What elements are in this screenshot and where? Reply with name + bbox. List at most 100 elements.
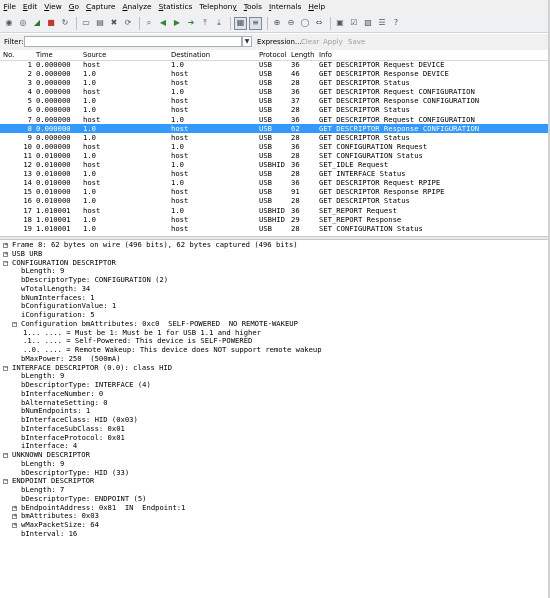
collapse-icon[interactable]: − [3, 453, 8, 458]
detail-row[interactable]: + wMaxPacketSize: 64 [0, 520, 550, 530]
restart-capture-icon[interactable]: ↻ [59, 17, 71, 29]
packet-proto: USB [259, 196, 272, 206]
packet-info: GET DESCRIPTOR Request RPIPE [319, 178, 441, 188]
menu-telephony[interactable]: Telephony [196, 0, 240, 14]
zoom-normal-icon[interactable]: ◯ [299, 17, 311, 29]
column-info[interactable]: Info [319, 51, 332, 60]
zoom-out-icon[interactable]: ⊖ [285, 17, 297, 29]
zoom-in-icon[interactable]: ⊕ [271, 17, 283, 29]
column-source[interactable]: Source [83, 51, 106, 60]
expand-icon[interactable]: + [12, 523, 17, 528]
menu-help[interactable]: Help [305, 0, 329, 14]
packet-len: 28 [291, 132, 300, 142]
packet-proto: USB [259, 96, 272, 106]
preferences-icon[interactable]: ☰ [376, 17, 388, 29]
packet-row[interactable]: 1 0.000000 host 1.0 USB 36 GET DESCRIPTOR Requ… [0, 60, 550, 69]
detail-row[interactable]: − ENDPOINT DESCRIPTOR [0, 476, 550, 486]
expand-icon[interactable]: + [12, 514, 17, 520]
packet-row[interactable]: 19 1.010001 1.0 host USB 28 SET CONFIGURATION … [0, 224, 550, 233]
find-packet-icon[interactable]: ⌕ [143, 17, 155, 29]
autoscroll-icon[interactable]: ≡ [249, 16, 262, 30]
collapse-icon[interactable]: − [3, 260, 8, 266]
close-file-icon[interactable]: ✖ [108, 17, 120, 29]
packet-row[interactable]: 6 0.000000 1.0 host USB 28 GET DESCRIPTOR Stat… [0, 105, 550, 114]
detail-row[interactable]: − INTERFACE DESCRIPTOR (0.0): class HID [0, 363, 550, 373]
go-first-icon[interactable]: ⤒ [199, 17, 211, 29]
clear-button[interactable]: Clear [301, 37, 319, 47]
menu-go[interactable]: Go [65, 0, 82, 14]
detail-text: bInterval: 16 [21, 528, 78, 538]
collapse-icon[interactable]: − [3, 365, 8, 371]
packet-row[interactable]: 11 0.010000 1.0 host USB 28 SET CONFIGURATION … [0, 151, 550, 160]
packet-info: GET DESCRIPTOR Status [319, 105, 410, 115]
resize-columns-icon[interactable]: ⇔ [313, 17, 325, 29]
packet-row[interactable]: 2 0.000000 1.0 host USB 46 GET DESCRIPTOR Resp… [0, 69, 550, 78]
open-file-icon[interactable]: ▭ [80, 17, 92, 29]
packet-row[interactable]: 17 1.010001 host 1.0 USBHID 36 SET_REPORT Requ… [0, 206, 550, 215]
packet-row[interactable]: 13 0.010000 1.0 host USB 28 GET INTERFACE Stat… [0, 169, 550, 178]
packet-info: SET CONFIGURATION Status [319, 150, 423, 160]
menu-statistics[interactable]: Statistics [155, 0, 196, 14]
packet-row[interactable]: 18 1.010001 1.0 host USBHID 29 SET_REPORT Resp… [0, 215, 550, 224]
capture-options-icon[interactable]: ◎ [17, 17, 29, 29]
reload-icon[interactable]: ⟳ [122, 17, 134, 29]
packet-row[interactable]: 14 0.010000 host 1.0 USB 36 GET DESCRIPTOR Req… [0, 178, 550, 187]
column-destination[interactable]: Destination [171, 51, 210, 60]
detail-row[interactable]: − CONFIGURATION DESCRIPTOR [0, 258, 550, 268]
detail-row[interactable]: bInterfaceProtocol: 0x01 [0, 433, 550, 443]
packet-info: SET_REPORT Response [319, 214, 402, 224]
collapse-icon[interactable]: − [3, 479, 8, 485]
filter-dropdown-button[interactable]: ▼ [242, 36, 252, 47]
packet-row[interactable]: 7 0.000000 host 1.0 USB 36 GET DESCRIPTOR Requ… [0, 115, 550, 124]
menu-file[interactable]: File [0, 0, 19, 14]
column-no[interactable]: No. [3, 51, 14, 60]
packet-info: GET INTERFACE Status [319, 169, 406, 179]
colorize-icon[interactable]: ▦ [234, 16, 247, 30]
packet-proto: USB [259, 178, 272, 188]
menu-edit[interactable]: Edit [19, 0, 40, 14]
stop-capture-icon[interactable]: ■ [45, 17, 57, 29]
packet-row[interactable]: 8 0.000000 1.0 host USB 62 GET DESCRIPTOR Resp… [0, 123, 550, 133]
detail-row[interactable]: − UNKNOWN DESCRIPTOR [0, 450, 550, 460]
packet-time: 0.010000 [36, 150, 71, 160]
column-time[interactable]: Time [36, 51, 53, 60]
filter-input[interactable] [24, 36, 242, 47]
go-forward-icon[interactable]: ▶ [171, 17, 183, 29]
capture-filters-icon[interactable]: ▣ [334, 17, 346, 29]
menu-tools[interactable]: Tools [240, 0, 265, 14]
save-file-icon[interactable]: ▤ [94, 17, 106, 29]
packet-row[interactable]: 5 0.000000 1.0 host USB 37 GET DESCRIPTOR Resp… [0, 96, 550, 105]
go-last-icon[interactable]: ⤓ [213, 17, 225, 29]
expand-icon[interactable]: + [12, 505, 17, 511]
packet-row[interactable]: 12 0.010000 host 1.0 USBHID 36 SET_IDLE Reques… [0, 160, 550, 169]
go-to-packet-icon[interactable]: ➜ [185, 17, 197, 29]
menu-internals[interactable]: Internals [265, 0, 304, 14]
interface-list-icon[interactable]: ◉ [3, 17, 15, 29]
expand-icon[interactable]: + [3, 243, 8, 248]
detail-row[interactable]: bInterval: 16 [0, 528, 550, 539]
go-back-icon[interactable]: ◀ [157, 17, 169, 29]
packet-row[interactable]: 9 0.000000 1.0 host USB 28 GET DESCRIPTOR Stat… [0, 133, 550, 142]
menu-analyze[interactable]: Analyze [119, 0, 155, 14]
packet-row[interactable]: 3 0.000000 1.0 host USB 28 GET DESCRIPTOR Stat… [0, 78, 550, 87]
save-button[interactable]: Save [348, 37, 365, 47]
menu-view[interactable]: View [41, 0, 66, 14]
packet-src: 1.0 [83, 196, 96, 206]
help-icon[interactable]: ? [390, 17, 402, 29]
display-filters-icon[interactable]: ☑ [348, 17, 360, 29]
expand-icon[interactable]: + [3, 251, 8, 257]
packet-row[interactable]: 15 0.010000 1.0 host USB 91 GET DESCRIPTOR Res… [0, 187, 550, 196]
packet-row[interactable]: 4 0.000000 host 1.0 USB 36 GET DESCRIPTOR Requ… [0, 87, 550, 96]
menu-capture[interactable]: Capture [83, 0, 119, 14]
coloring-rules-icon[interactable]: ▧ [362, 17, 374, 29]
detail-row[interactable]: + Frame 8: 62 bytes on wire (496 bits), 6… [0, 240, 550, 250]
column-protocol[interactable]: Protocol [259, 51, 286, 60]
column-length[interactable]: Length [291, 51, 314, 60]
packet-row[interactable]: 16 0.010000 1.0 host USB 28 GET DESCRIPTOR Sta… [0, 196, 550, 205]
expression-button[interactable]: Expression... [257, 37, 302, 47]
packet-no: 7 [27, 114, 32, 124]
start-capture-icon[interactable]: ◢ [31, 17, 43, 29]
collapse-icon[interactable]: − [12, 321, 17, 327]
packet-row[interactable]: 10 0.000000 host 1.0 USB 36 SET CONFIGURATION … [0, 142, 550, 151]
apply-button[interactable]: Apply [323, 37, 343, 47]
